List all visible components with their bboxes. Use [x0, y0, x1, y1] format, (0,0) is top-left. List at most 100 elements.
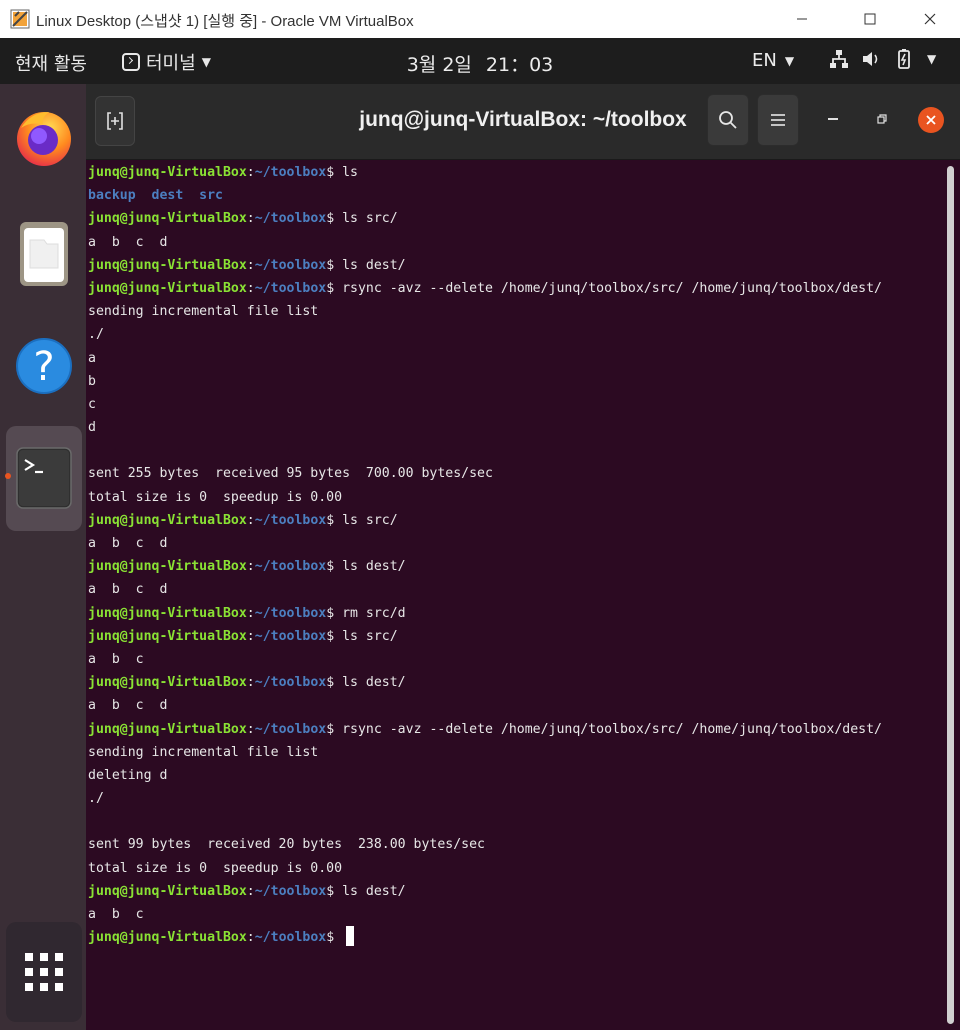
prompt-path: ~/toolbox — [254, 721, 327, 737]
command-text: ls src/ — [342, 211, 398, 227]
output-line: sending incremental file list — [88, 300, 882, 323]
prompt-path: ~/toolbox — [254, 605, 327, 621]
clock-button[interactable]: 3월 2일 21：03 — [0, 50, 960, 77]
close-button[interactable] — [918, 107, 944, 133]
dock-item-files[interactable] — [6, 216, 82, 292]
terminal-lines: junq@junq-VirtualBox:~/toolbox$ ls backup… — [88, 161, 882, 949]
restore-icon[interactable] — [877, 114, 887, 124]
host-minimize-button[interactable] — [778, 0, 826, 38]
dock-item-firefox[interactable] — [6, 99, 82, 175]
prompt-path: ~/toolbox — [254, 930, 327, 946]
prompt-separator: : — [246, 165, 255, 180]
output-text: sending incremental file list — [88, 744, 319, 760]
prompt-separator: : — [246, 257, 255, 273]
clock-date: 3월 2일 — [406, 54, 472, 76]
prompt-user: junq@junq-VirtualBox — [88, 883, 247, 899]
prompt-separator: : — [246, 883, 255, 899]
output-line: a b c — [88, 648, 882, 671]
output-text: a b c d — [88, 234, 168, 250]
scrollbar[interactable] — [944, 166, 956, 1024]
output-line: a b c d — [88, 694, 882, 717]
svg-text:?: ? — [33, 344, 54, 390]
output-text: a b c d — [88, 698, 168, 714]
show-applications-button[interactable] — [6, 922, 82, 1022]
prompt-line: junq@junq-VirtualBox:~/toolbox$ ls — [88, 161, 882, 184]
prompt-path: ~/toolbox — [254, 165, 327, 180]
host-close-button[interactable] — [906, 0, 954, 38]
prompt-line: junq@junq-VirtualBox:~/toolbox$ rsync -a… — [88, 277, 882, 300]
output-text: sent 255 bytes received 95 bytes 700.00 … — [88, 466, 493, 482]
prompt-separator: : — [246, 675, 255, 691]
command-text: ls src/ — [342, 628, 398, 644]
scrollbar-thumb[interactable] — [947, 166, 954, 1024]
prompt-symbol: $ — [326, 883, 343, 899]
prompt-line: junq@junq-VirtualBox:~/toolbox$ rm src/d — [88, 602, 882, 625]
output-text: c — [88, 396, 96, 412]
prompt-line: junq@junq-VirtualBox:~/toolbox$ ls dest/ — [88, 671, 882, 694]
output-line: c — [88, 393, 882, 416]
terminal-output[interactable]: junq@junq-VirtualBox:~/toolbox$ ls backup… — [86, 160, 960, 1030]
system-menu-button[interactable]: ▼ — [829, 48, 936, 70]
prompt-user: junq@junq-VirtualBox — [88, 721, 247, 737]
output-text: deleting d — [88, 767, 168, 783]
prompt-line: junq@junq-VirtualBox:~/toolbox$ ls dest/ — [88, 880, 882, 903]
host-maximize-button[interactable] — [846, 0, 894, 38]
output-line: a b c d — [88, 231, 882, 254]
running-indicator — [5, 473, 11, 479]
output-text: a — [88, 350, 96, 366]
terminal-title: junq@junq-VirtualBox: ~/toolbox — [359, 108, 687, 131]
volume-icon — [863, 52, 878, 66]
minimize-button[interactable] — [828, 118, 838, 120]
prompt-line: junq@junq-VirtualBox:~/toolbox$ ls src/ — [88, 625, 882, 648]
prompt-separator: : — [246, 559, 255, 575]
input-source-button[interactable]: EN ▼ — [752, 50, 794, 71]
prompt-separator: : — [246, 280, 255, 296]
prompt-user: junq@junq-VirtualBox — [88, 628, 247, 644]
prompt-separator: : — [246, 512, 255, 528]
virtualbox-app-icon — [10, 9, 30, 29]
prompt-separator: : — [246, 721, 255, 737]
output-text: backup dest src — [88, 188, 223, 204]
dock-item-terminal[interactable] — [6, 426, 82, 531]
command-text: rm src/d — [342, 605, 406, 621]
output-line: b — [88, 370, 882, 393]
prompt-user: junq@junq-VirtualBox — [88, 211, 247, 227]
command-text: rsync -avz --delete /home/junq/toolbox/s… — [342, 721, 882, 737]
output-line: a — [88, 347, 882, 370]
output-line: a b c d — [88, 578, 882, 601]
prompt-path: ~/toolbox — [254, 211, 327, 227]
output-line: ./ — [88, 323, 882, 346]
input-source-label: EN — [752, 50, 777, 71]
prompt-separator: : — [246, 211, 255, 227]
output-line: d — [88, 416, 882, 439]
prompt-separator: : — [246, 930, 255, 946]
output-text: a b c d — [88, 536, 168, 551]
maximize-icon — [864, 13, 876, 25]
prompt-line: junq@junq-VirtualBox:~/toolbox$ ls dest/ — [88, 254, 882, 277]
prompt-user: junq@junq-VirtualBox — [88, 280, 247, 296]
battery-icon — [898, 49, 910, 69]
prompt-user: junq@junq-VirtualBox — [88, 165, 247, 180]
output-line: sent 255 bytes received 95 bytes 700.00 … — [88, 462, 882, 485]
output-text: sending incremental file list — [88, 304, 319, 320]
output-line: total size is 0 speedup is 0.00 — [88, 857, 882, 880]
search-button[interactable] — [707, 94, 749, 146]
prompt-user: junq@junq-VirtualBox — [88, 512, 247, 528]
output-line: sent 99 bytes received 20 bytes 238.00 b… — [88, 833, 882, 856]
terminal-window: junq@junq-VirtualBox: ~/toolbox junq@jun… — [86, 84, 960, 1030]
app-grid-icon — [25, 953, 63, 991]
menu-button[interactable] — [757, 94, 799, 146]
command-text: ls src/ — [342, 512, 398, 528]
dock-item-help[interactable]: ? — [6, 328, 82, 404]
prompt-user: junq@junq-VirtualBox — [88, 605, 247, 621]
prompt-user: junq@junq-VirtualBox — [88, 559, 247, 575]
host-window-title: Linux Desktop (스냅샷 1) [실행 중] - Oracle VM… — [36, 13, 414, 30]
command-text: ls dest/ — [342, 559, 406, 575]
prompt-path: ~/toolbox — [254, 280, 327, 296]
prompt-path: ~/toolbox — [254, 559, 327, 575]
chevron-down-icon: ▼ — [927, 52, 937, 66]
output-line: total size is 0 speedup is 0.00 — [88, 486, 882, 509]
prompt-line: junq@junq-VirtualBox:~/toolbox$ ls dest/ — [88, 555, 882, 578]
command-text: ls — [342, 165, 358, 180]
